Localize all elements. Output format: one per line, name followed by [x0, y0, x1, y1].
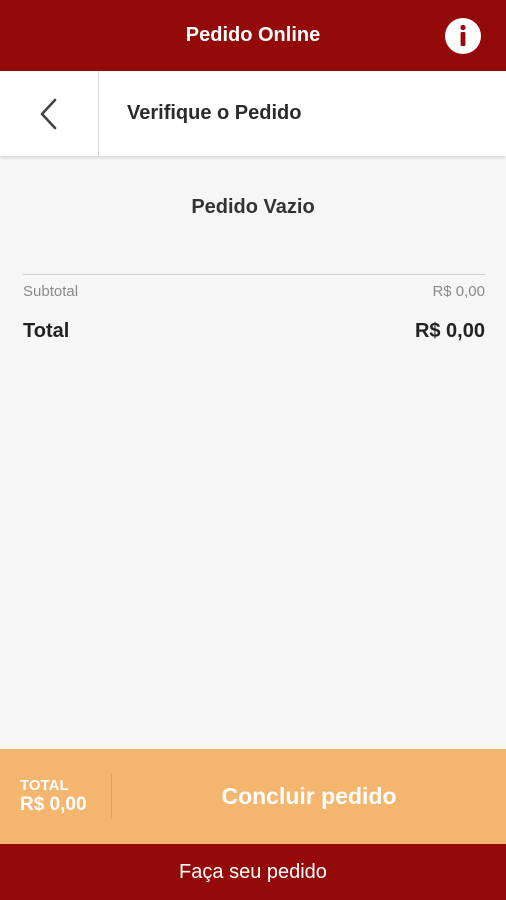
subtotal-row: Subtotal R$ 0,00	[23, 282, 485, 300]
back-button[interactable]	[0, 71, 99, 156]
total-row: Total R$ 0,00	[23, 318, 485, 344]
sub-header: Verifique o Pedido	[0, 71, 506, 156]
subtotal-label: Subtotal	[23, 282, 79, 300]
checkout-bar: TOTAL R$ 0,00 Concluir pedido	[0, 749, 506, 844]
info-button[interactable]	[444, 17, 482, 55]
total-value: R$ 0,00	[414, 319, 485, 342]
conclude-order-button[interactable]: Concluir pedido	[112, 749, 506, 844]
checkout-total: TOTAL R$ 0,00	[0, 774, 112, 819]
checkout-total-label: TOTAL	[20, 777, 69, 794]
place-order-bar[interactable]: Faça seu pedido	[0, 844, 506, 900]
app-bar: Pedido Online	[0, 0, 506, 71]
place-order-label: Faça seu pedido	[179, 860, 327, 883]
subtotal-value: R$ 0,00	[432, 282, 485, 300]
checkout-total-value: R$ 0,00	[20, 794, 87, 815]
page-title: Verifique o Pedido	[127, 102, 302, 124]
app-title: Pedido Online	[185, 24, 321, 46]
empty-order-message: Pedido Vazio	[191, 196, 315, 218]
total-label: Total	[23, 319, 70, 342]
chevron-left-icon	[40, 98, 57, 129]
app-screen: Pedido Online Verifique o Pedido Pedido …	[0, 0, 506, 900]
summary-divider	[23, 274, 485, 275]
info-icon	[445, 18, 481, 54]
